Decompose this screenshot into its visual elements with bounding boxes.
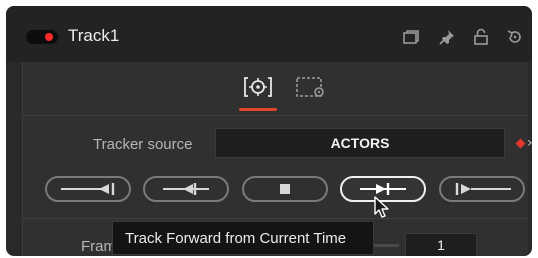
settings-icon: [296, 77, 324, 97]
frames-label: Fram: [81, 238, 116, 255]
arrow-left-icon: [163, 183, 209, 195]
active-tab-indicator: [239, 108, 277, 111]
toggle-dot-icon: [45, 33, 53, 41]
stop-icon: [280, 184, 290, 194]
stop-tracking-button[interactable]: [242, 176, 328, 202]
window-icon[interactable]: [402, 28, 420, 46]
tab-settings[interactable]: [291, 74, 331, 104]
tooltip: Track Forward from Current Time: [112, 221, 374, 255]
tracker-source-label: Tracker source: [93, 136, 193, 153]
node-enable-toggle[interactable]: [26, 30, 58, 44]
arrow-left-from-bar-icon: [61, 183, 115, 195]
tab-tracker[interactable]: [238, 74, 278, 104]
mouse-cursor-icon: [374, 196, 389, 218]
frames-value-field[interactable]: 1: [405, 233, 477, 256]
arrow-right-from-bar-icon: [455, 183, 511, 195]
lock-icon[interactable]: [472, 28, 490, 46]
target-icon: [244, 77, 272, 97]
track-backward-from-current-button[interactable]: [143, 176, 229, 202]
inspector-panel: Track1 Tracker source ACTORS Fram 1 Trac…: [6, 6, 532, 256]
pin-icon[interactable]: [438, 28, 456, 46]
track-backward-from-end-button[interactable]: [45, 176, 131, 202]
chevron-right-icon[interactable]: ›: [527, 135, 532, 151]
keyframe-diamond-icon[interactable]: [515, 138, 526, 149]
tab-bar: [23, 62, 529, 116]
divider: [23, 218, 529, 219]
node-title: Track1: [68, 26, 120, 45]
node-header: Track1: [6, 6, 532, 62]
tracker-source-field[interactable]: ACTORS: [215, 128, 505, 158]
track-forward-from-start-button[interactable]: [439, 176, 525, 202]
reset-icon[interactable]: [506, 28, 524, 46]
